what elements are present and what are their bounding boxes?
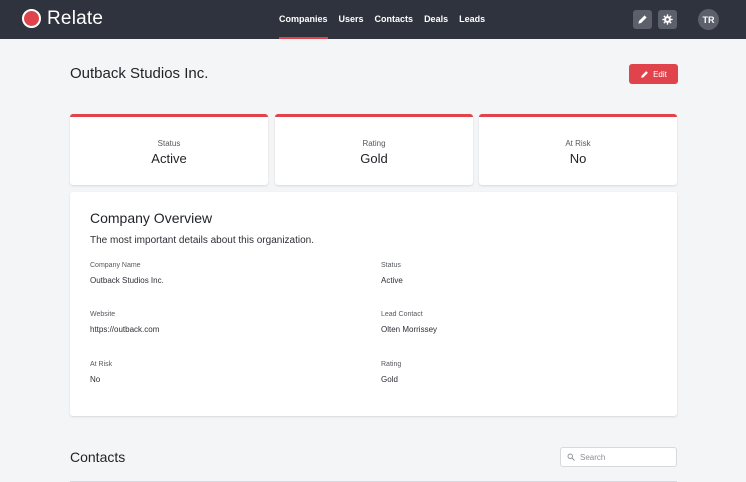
- top-navbar: Relate Companies Users Contacts Deals Le…: [0, 0, 746, 39]
- field-value: Outback Studios Inc.: [90, 276, 164, 285]
- main-nav: Companies Users Contacts Deals Leads: [279, 0, 485, 39]
- pencil-icon: [638, 15, 647, 24]
- page-title: Outback Studios Inc.: [70, 65, 209, 82]
- field-value: https://outback.com: [90, 325, 160, 334]
- stat-value: Gold: [360, 151, 388, 166]
- logo-circle-icon: [22, 9, 41, 28]
- field-status: Status Active: [381, 262, 403, 285]
- field-value: Active: [381, 276, 403, 285]
- nav-item-deals[interactable]: Deals: [424, 0, 448, 39]
- edit-button-label: Edit: [653, 69, 667, 79]
- pencil-icon: [641, 70, 648, 78]
- search-input[interactable]: [580, 452, 670, 462]
- field-rating: Rating Gold: [381, 361, 401, 384]
- field-company-name: Company Name Outback Studios Inc.: [90, 262, 164, 285]
- app-logo[interactable]: Relate: [22, 9, 103, 28]
- pencil-button[interactable]: [633, 10, 652, 29]
- field-at-risk: At Risk No: [90, 361, 112, 384]
- gear-icon: [662, 14, 673, 25]
- field-website: Website https://outback.com: [90, 311, 159, 334]
- stat-label: Rating: [362, 139, 386, 148]
- stat-label: At Risk: [565, 139, 591, 148]
- nav-item-companies[interactable]: Companies: [279, 0, 328, 39]
- contacts-search[interactable]: [560, 447, 677, 467]
- field-value: Olten Morrissey: [381, 325, 438, 334]
- settings-button[interactable]: [658, 10, 677, 29]
- contacts-heading: Contacts: [70, 449, 126, 465]
- overview-title: Company Overview: [90, 210, 213, 226]
- field-label: Company Name: [90, 262, 141, 269]
- app-name: Relate: [47, 8, 104, 29]
- overview-subtitle: The most important details about this or…: [90, 235, 315, 246]
- field-label: Rating: [381, 361, 402, 368]
- stat-card-status: Status Active: [70, 114, 268, 185]
- nav-item-leads[interactable]: Leads: [459, 0, 485, 39]
- field-label: Status: [381, 262, 401, 269]
- field-label: Website: [90, 311, 116, 318]
- stat-card-rating: Rating Gold: [275, 114, 473, 185]
- edit-button[interactable]: Edit: [629, 64, 678, 84]
- stat-card-at-risk: At Risk No: [479, 114, 677, 185]
- field-value: No: [90, 375, 101, 384]
- stat-value: Active: [151, 151, 187, 166]
- search-icon: [567, 453, 575, 461]
- nav-item-users[interactable]: Users: [339, 0, 364, 39]
- nav-item-contacts[interactable]: Contacts: [375, 0, 414, 39]
- stat-label: Status: [157, 139, 181, 148]
- stat-value: No: [569, 151, 587, 166]
- field-label: At Risk: [90, 361, 113, 368]
- field-label: Lead Contact: [381, 311, 423, 318]
- field-lead-contact: Lead Contact Olten Morrissey: [381, 311, 437, 334]
- user-avatar[interactable]: TR: [698, 9, 719, 30]
- company-overview-card: Company Overview The most important deta…: [70, 192, 677, 416]
- field-value: Gold: [381, 375, 398, 384]
